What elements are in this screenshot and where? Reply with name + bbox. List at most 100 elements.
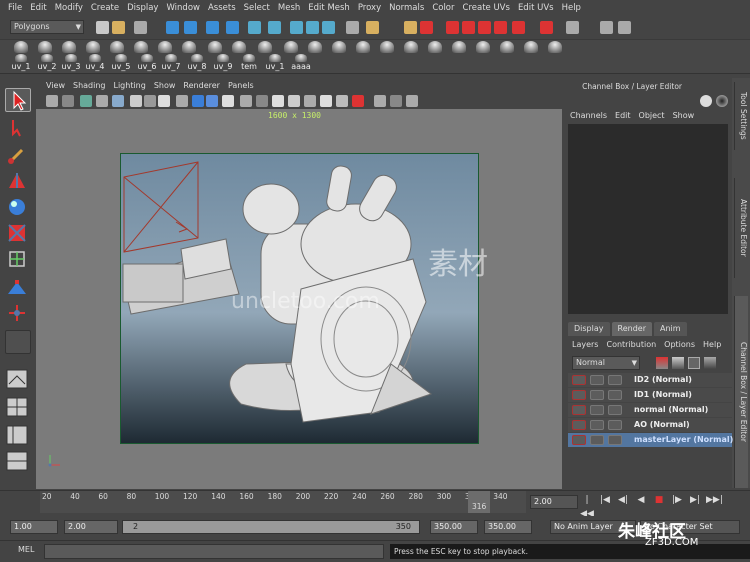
shelf-top-icon[interactable] bbox=[280, 40, 302, 54]
status-tool-icon[interactable] bbox=[184, 21, 197, 34]
shelf-top-icon[interactable] bbox=[106, 40, 128, 54]
viewport-tool-icon[interactable] bbox=[46, 95, 58, 107]
menu-assets[interactable]: Assets bbox=[204, 0, 240, 16]
viewport-tool-icon[interactable] bbox=[352, 95, 364, 107]
step-forward-frame-icon[interactable]: |▶ bbox=[670, 493, 684, 507]
tab-anim[interactable]: Anim bbox=[653, 322, 687, 336]
status-tool-icon[interactable] bbox=[166, 21, 179, 34]
shelf-top-icon[interactable] bbox=[328, 40, 350, 54]
viewport-menu-panels[interactable]: Panels bbox=[224, 81, 258, 90]
last-tool-slot[interactable] bbox=[5, 330, 31, 354]
viewport-tool-icon[interactable] bbox=[176, 95, 188, 107]
status-tool-icon[interactable] bbox=[462, 21, 475, 34]
viewport-menu-show[interactable]: Show bbox=[150, 81, 180, 90]
universal-manipulator-icon[interactable] bbox=[5, 248, 31, 272]
menu-create[interactable]: Create bbox=[87, 0, 123, 16]
viewport-tool-icon[interactable] bbox=[192, 95, 204, 107]
menu-modify[interactable]: Modify bbox=[51, 0, 87, 16]
tab-attribute-editor[interactable]: Attribute Editor bbox=[734, 178, 748, 278]
layer-menu-options[interactable]: Options bbox=[660, 338, 699, 352]
viewport-tool-icon[interactable] bbox=[112, 95, 124, 107]
renderable-toggle[interactable] bbox=[572, 390, 586, 400]
stop-icon[interactable]: ■ bbox=[652, 493, 666, 507]
recycle-toggle[interactable] bbox=[590, 420, 604, 430]
shelf-top-icon[interactable] bbox=[154, 40, 176, 54]
recycle-toggle[interactable] bbox=[590, 375, 604, 385]
status-tool-icon[interactable] bbox=[248, 21, 261, 34]
viewport-tool-icon[interactable] bbox=[80, 95, 92, 107]
status-tool-icon[interactable] bbox=[540, 21, 553, 34]
renderable-toggle[interactable] bbox=[572, 420, 586, 430]
layer-row[interactable]: normal (Normal) bbox=[568, 403, 732, 417]
outliner-layout-icon[interactable] bbox=[5, 424, 31, 448]
channel-menu-channels[interactable]: Channels bbox=[566, 108, 611, 124]
soft-modification-icon[interactable] bbox=[5, 276, 31, 300]
status-tool-icon[interactable] bbox=[366, 21, 379, 34]
menu-proxy[interactable]: Proxy bbox=[354, 0, 385, 16]
timeline-ruler[interactable]: 20 40 60 80 100 120 140 160 180 200 220 240 260 280 30… bbox=[40, 491, 526, 513]
shelf-top-icon[interactable] bbox=[10, 40, 32, 54]
animation-start-field[interactable]: 1.00 bbox=[10, 520, 58, 534]
status-tool-icon[interactable] bbox=[134, 21, 147, 34]
rotate-tool-icon[interactable] bbox=[5, 196, 31, 220]
current-frame-field[interactable]: 2.00 bbox=[530, 495, 578, 509]
blend-mode-dropdown[interactable]: Normal ▼ bbox=[572, 356, 640, 370]
shelf-top-icon[interactable] bbox=[424, 40, 446, 54]
viewport-menu-renderer[interactable]: Renderer bbox=[179, 81, 224, 90]
layer-menu-layers[interactable]: Layers bbox=[568, 338, 602, 352]
single-perspective-layout-icon[interactable] bbox=[5, 368, 31, 392]
menu-edit[interactable]: Edit bbox=[26, 0, 50, 16]
shelf-top-icon[interactable] bbox=[496, 40, 518, 54]
show-manipulator-icon[interactable] bbox=[5, 302, 31, 326]
menu-display[interactable]: Display bbox=[123, 0, 162, 16]
status-tool-icon[interactable] bbox=[494, 21, 507, 34]
select-tool-icon[interactable] bbox=[5, 88, 31, 112]
animation-end-field[interactable]: 350.00 bbox=[484, 520, 532, 534]
viewport-tool-icon[interactable] bbox=[62, 95, 74, 107]
shelf-top-icon[interactable] bbox=[178, 40, 200, 54]
status-tool-icon[interactable] bbox=[226, 21, 239, 34]
status-tool-icon[interactable] bbox=[566, 21, 579, 34]
viewport-menu-lighting[interactable]: Lighting bbox=[109, 81, 149, 90]
viewport-tool-icon[interactable] bbox=[320, 95, 332, 107]
status-tool-icon[interactable] bbox=[446, 21, 459, 34]
viewport-tool-icon[interactable] bbox=[158, 95, 170, 107]
status-tool-icon[interactable] bbox=[306, 21, 319, 34]
channel-menu-show[interactable]: Show bbox=[669, 108, 699, 124]
recycle-toggle[interactable] bbox=[590, 390, 604, 400]
new-layer-selected-icon[interactable] bbox=[672, 357, 684, 369]
shelf-top-icon[interactable] bbox=[304, 40, 326, 54]
shelf-top-icon[interactable] bbox=[448, 40, 470, 54]
viewport-tool-icon[interactable] bbox=[336, 95, 348, 107]
shelf-top-icon[interactable] bbox=[82, 40, 104, 54]
status-tool-icon[interactable] bbox=[96, 21, 109, 34]
channel-box-icon-b[interactable] bbox=[716, 95, 728, 107]
status-tool-icon[interactable] bbox=[478, 21, 491, 34]
status-tool-icon[interactable] bbox=[268, 21, 281, 34]
shelf-top-icon[interactable] bbox=[254, 40, 276, 54]
layer-settings-icon[interactable] bbox=[688, 357, 700, 369]
channel-box-icon-a[interactable] bbox=[700, 95, 712, 107]
shelf-top-icon[interactable] bbox=[58, 40, 80, 54]
play-backward-icon[interactable]: ◀ bbox=[634, 493, 648, 507]
menu-mesh[interactable]: Mesh bbox=[274, 0, 304, 16]
viewport-tool-icon[interactable] bbox=[304, 95, 316, 107]
viewport-menu-shading[interactable]: Shading bbox=[69, 81, 110, 90]
shelf-top-icon[interactable] bbox=[228, 40, 250, 54]
menu-file[interactable]: File bbox=[4, 0, 26, 16]
status-tool-icon[interactable] bbox=[618, 21, 631, 34]
menu-window[interactable]: Window bbox=[162, 0, 204, 16]
step-back-frame-icon[interactable]: ◀| bbox=[616, 493, 630, 507]
menu-help[interactable]: Help bbox=[558, 0, 585, 16]
playback-start-field[interactable]: 2.00 bbox=[64, 520, 118, 534]
viewport-tool-icon[interactable] bbox=[206, 95, 218, 107]
viewport-tool-icon[interactable] bbox=[130, 95, 142, 107]
current-time-indicator[interactable]: 316 bbox=[468, 491, 490, 513]
four-view-layout-icon[interactable] bbox=[5, 396, 31, 420]
shelf-top-icon[interactable] bbox=[376, 40, 398, 54]
command-input[interactable] bbox=[44, 544, 384, 559]
status-tool-icon[interactable] bbox=[600, 21, 613, 34]
viewport-panel[interactable]: 1600 x 1300 素材 uncletoo.com bbox=[36, 109, 562, 489]
status-tool-icon[interactable] bbox=[512, 21, 525, 34]
renderable-toggle[interactable] bbox=[572, 435, 586, 445]
